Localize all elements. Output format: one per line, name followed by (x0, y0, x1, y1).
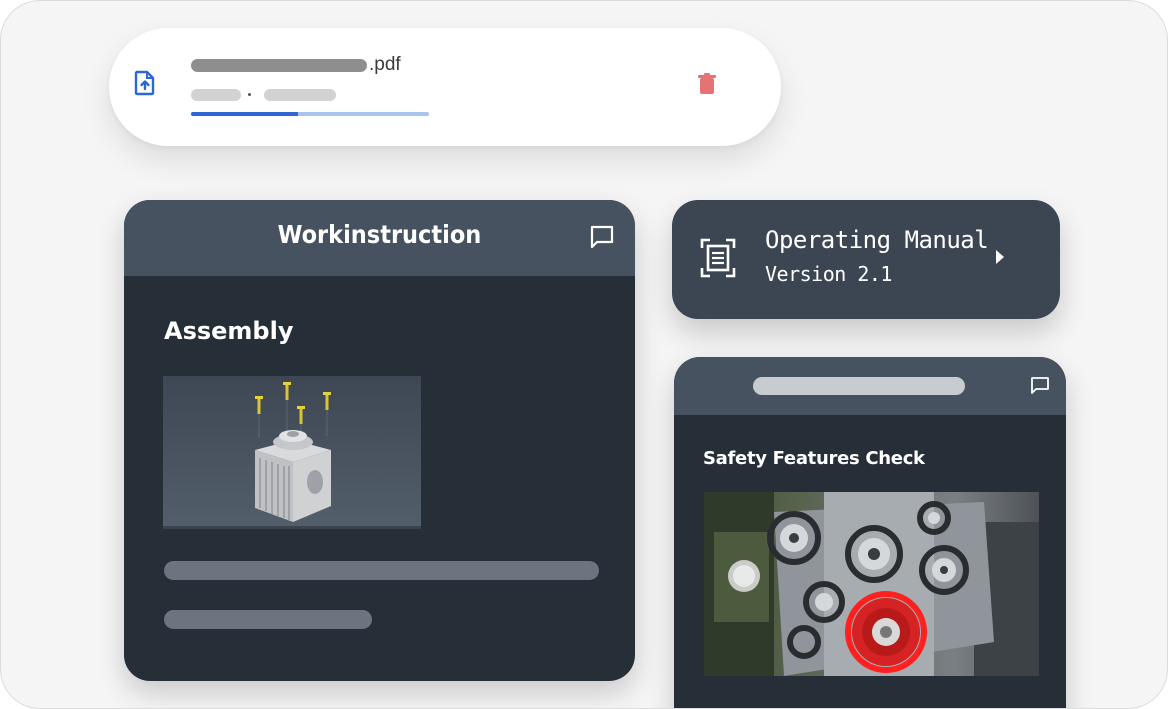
card-header (674, 357, 1066, 415)
safety-check-card[interactable]: Safety Features Check (674, 357, 1066, 708)
section-title: Assembly (164, 317, 294, 345)
upload-progress-fill (191, 112, 299, 116)
app-frame: .pdf Workinstruction Assembly Operating … (0, 0, 1168, 709)
manual-version: Version 2.1 (765, 262, 892, 286)
engine-photo (704, 492, 1039, 676)
file-extension: .pdf (369, 54, 401, 75)
card-title: Workinstruction (277, 220, 482, 249)
file-size-placeholder (191, 89, 241, 101)
upload-progress-bar (191, 112, 429, 116)
engine-illustration (704, 492, 1039, 676)
file-status-placeholder (264, 89, 336, 101)
text-placeholder-line (164, 610, 372, 629)
document-scan-icon (700, 238, 736, 278)
comment-icon[interactable] (1030, 376, 1050, 396)
card-header: Workinstruction (124, 200, 635, 276)
file-upload-item: .pdf (109, 28, 781, 146)
play-arrow-icon[interactable] (996, 250, 1004, 264)
text-placeholder-line (164, 561, 599, 580)
comment-icon[interactable] (589, 224, 615, 250)
workinstruction-card[interactable]: Workinstruction Assembly (124, 200, 635, 681)
trash-icon[interactable] (698, 73, 716, 95)
manual-title: Operating Manual (765, 226, 989, 254)
operating-manual-item[interactable]: Operating Manual Version 2.1 (672, 200, 1060, 319)
assembly-image (163, 376, 421, 529)
separator-dot (248, 93, 251, 96)
file-upload-icon (134, 70, 155, 96)
file-name-placeholder (191, 59, 367, 72)
assembly-illustration (255, 382, 331, 522)
title-placeholder (753, 377, 965, 395)
card-title: Safety Features Check (703, 448, 925, 469)
